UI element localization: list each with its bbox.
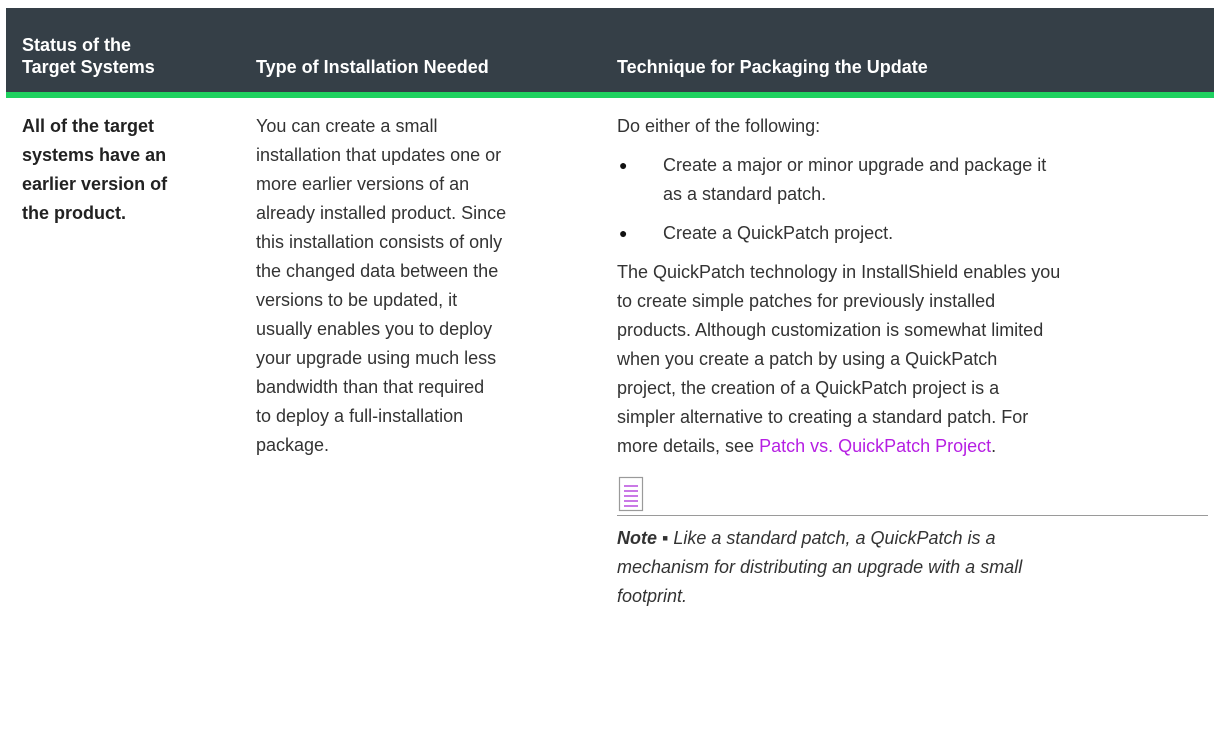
list-item: ● Create a QuickPatch project.	[617, 219, 1208, 248]
status-line: earlier version of	[22, 174, 168, 194]
list-item: ● Create a major or minor upgrade and pa…	[617, 151, 1208, 209]
note-line-text: Like a standard patch, a QuickPatch is a	[668, 528, 996, 548]
paragraph-line: simpler alternative to creating a standa…	[617, 407, 1029, 427]
status-line: the product.	[22, 203, 126, 223]
table-row: All of the target systems have an earlie…	[6, 98, 1214, 611]
installation-line: more earlier versions of an	[256, 174, 470, 194]
bullet-text: Create a QuickPatch project.	[663, 219, 893, 248]
patch-vs-quickpatch-link[interactable]: Patch vs. QuickPatch Project	[759, 436, 991, 456]
paragraph-line: to create simple patches for previously …	[617, 291, 996, 311]
installation-line: already installed product. Since	[256, 203, 507, 223]
see-also-prefix: more details, see	[617, 436, 760, 456]
installation-line: the changed data between the	[256, 261, 499, 281]
status-line: All of the target	[22, 116, 155, 136]
technique-bullet-list: ● Create a major or minor upgrade and pa…	[617, 151, 1208, 248]
installation-line: your upgrade using much less	[256, 348, 497, 368]
installation-line: You can create a small	[256, 116, 438, 136]
paragraph-line: when you create a patch by using a Quick…	[617, 349, 998, 369]
header-status: Status of the Target Systems	[6, 34, 246, 78]
installation-line: package.	[256, 435, 330, 455]
comparison-table: Status of the Target Systems Type of Ins…	[6, 8, 1214, 611]
table-header-row: Status of the Target Systems Type of Ins…	[6, 8, 1214, 92]
installation-line: installation that updates one or	[256, 145, 502, 165]
header-installation-type: Type of Installation Needed	[256, 57, 489, 77]
installation-line: versions to be updated, it	[256, 290, 458, 310]
bullet-icon: ●	[619, 157, 628, 173]
status-cell: All of the target systems have an earlie…	[6, 112, 246, 611]
paragraph-line: products. Although customization is some…	[617, 320, 1044, 340]
note-line: mechanism for distributing an upgrade wi…	[617, 557, 1023, 577]
installation-line: bandwidth than that required	[256, 377, 485, 397]
status-line: systems have an	[22, 145, 167, 165]
see-also-suffix: .	[991, 436, 997, 456]
header-technique: Technique for Packaging the Update	[617, 57, 928, 77]
paragraph-line: more details, see Patch vs. QuickPatch P…	[617, 432, 1208, 461]
bullet-text: Create a major or minor upgrade and pack…	[663, 151, 1046, 209]
note-text: Note ▪ Like a standard patch, a QuickPat…	[617, 524, 1208, 611]
note-line: footprint.	[617, 586, 688, 606]
note-label: Note ▪	[617, 528, 669, 548]
note-line: Note ▪ Like a standard patch, a QuickPat…	[617, 524, 1208, 553]
installation-line: this installation consists of only	[256, 232, 503, 252]
installation-line: to deploy a full-installation	[256, 406, 464, 426]
installation-line: usually enables you to deploy	[256, 319, 493, 339]
technique-cell: Do either of the following: ● Create a m…	[607, 112, 1214, 611]
bullet-line: Create a major or minor upgrade and pack…	[663, 155, 1047, 175]
paragraph-line: The QuickPatch technology in InstallShie…	[617, 262, 1061, 282]
header-status-line: Status of the	[22, 35, 132, 55]
bullet-line: Create a QuickPatch project.	[663, 223, 894, 243]
bullet-line: as a standard patch.	[663, 184, 827, 204]
paragraph-line: project, the creation of a QuickPatch pr…	[617, 378, 1000, 398]
technique-intro: Do either of the following:	[617, 116, 821, 136]
note-divider	[617, 515, 1208, 516]
header-status-line: Target Systems	[22, 57, 155, 77]
technique-paragraph: The QuickPatch technology in InstallShie…	[617, 258, 1208, 461]
note-icon	[617, 475, 1208, 515]
installation-cell: You can create a small installation that…	[246, 112, 607, 611]
bullet-icon: ●	[619, 225, 628, 241]
